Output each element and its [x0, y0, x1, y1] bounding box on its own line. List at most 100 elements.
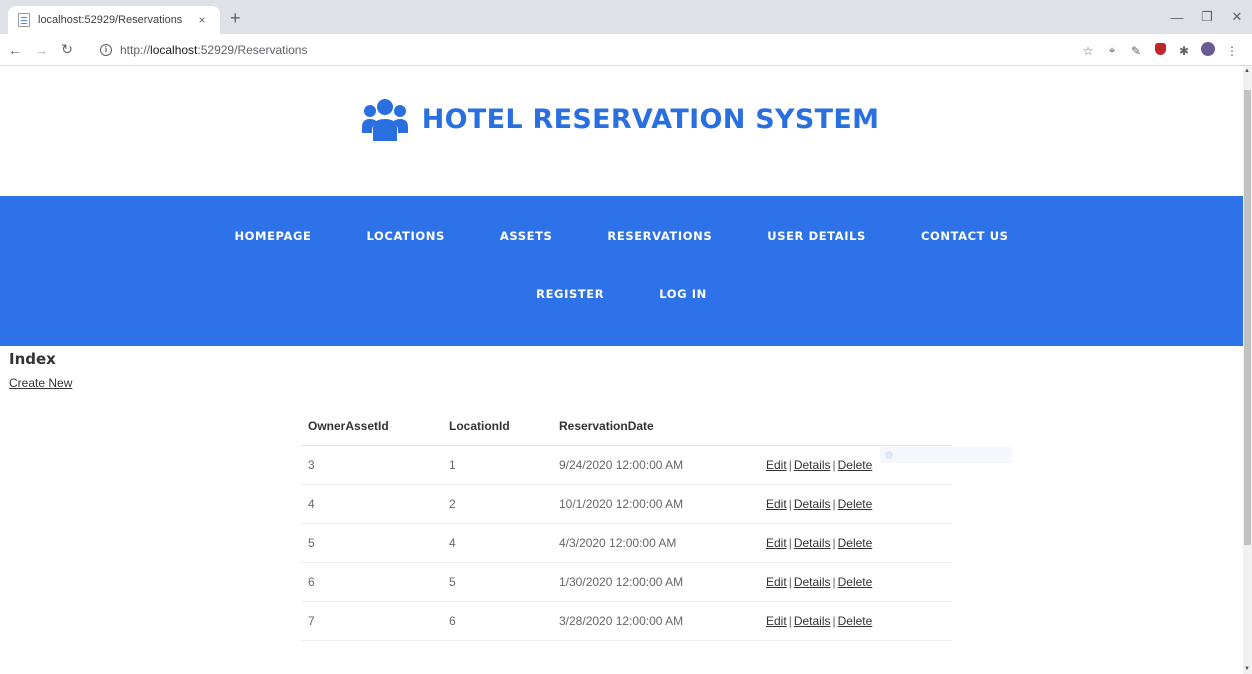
action-separator: |: [788, 536, 792, 550]
puzzle-icon[interactable]: ✱: [1172, 44, 1196, 58]
page-viewport: HOTEL RESERVATION SYSTEM HOMEPAGE LOCATI…: [0, 66, 1243, 674]
delete-link[interactable]: Delete: [838, 497, 873, 511]
cell-actions: Edit | Details | Delete: [759, 614, 952, 628]
action-separator: |: [832, 458, 836, 472]
users-icon: [361, 99, 408, 141]
cell-reservation-date: 10/1/2020 12:00:00 AM: [559, 497, 684, 511]
table-row: 4 2 10/1/2020 12:00:00 AM Edit | Details | D…: [301, 485, 952, 524]
details-link[interactable]: Details: [794, 497, 831, 511]
edit-link[interactable]: Edit: [766, 536, 787, 550]
page-scrollbar[interactable]: ▲ ▼: [1243, 66, 1252, 674]
window-close-icon[interactable]: ✕: [1222, 9, 1252, 25]
cell-location-id: 4: [449, 536, 456, 550]
url-path: :52929/Reservations: [197, 43, 308, 57]
main-navbar: HOMEPAGE LOCATIONS ASSETS RESERVATIONS U…: [0, 196, 1243, 346]
header-location-id: LocationId: [449, 419, 510, 433]
cell-location-id: 2: [449, 497, 456, 511]
action-separator: |: [788, 614, 792, 628]
browser-toolbar: ← → ↻ i http://localhost:52929/Reservati…: [0, 34, 1252, 66]
scroll-up-icon[interactable]: ▲: [1244, 68, 1250, 74]
table-row: 5 4 4/3/2020 12:00:00 AM Edit | Details | De…: [301, 524, 952, 563]
action-separator: |: [788, 497, 792, 511]
action-separator: |: [832, 497, 836, 511]
url-host: localhost: [150, 43, 198, 57]
create-new-link[interactable]: Create New: [9, 376, 72, 390]
site-title: HOTEL RESERVATION SYSTEM: [421, 103, 880, 135]
cell-actions: Edit | Details | Delete: [759, 497, 952, 511]
eyedropper-icon[interactable]: ✎: [1124, 44, 1148, 58]
page-favicon-icon: [18, 13, 30, 27]
cell-reservation-date: 4/3/2020 12:00:00 AM: [559, 536, 677, 550]
details-link[interactable]: Details: [794, 458, 831, 472]
forward-icon[interactable]: →: [30, 42, 52, 58]
tab-close-icon[interactable]: ×: [194, 13, 210, 27]
nav-locations[interactable]: LOCATIONS: [367, 229, 445, 243]
edit-link[interactable]: Edit: [766, 458, 787, 472]
nav-log-in[interactable]: LOG IN: [659, 287, 707, 301]
cell-owner-asset-id: 3: [308, 458, 315, 472]
menu-icon[interactable]: ⋮: [1220, 44, 1244, 58]
table-header: OwnerAssetId LocationId ReservationDate: [301, 407, 952, 446]
cast-icon[interactable]: ⌖: [1100, 43, 1124, 58]
cell-location-id: 6: [449, 614, 456, 628]
nav-register[interactable]: REGISTER: [536, 287, 604, 301]
details-link[interactable]: Details: [794, 536, 831, 550]
nav-row-primary: HOMEPAGE LOCATIONS ASSETS RESERVATIONS U…: [0, 229, 1243, 243]
ublock-icon[interactable]: [1148, 43, 1172, 58]
action-separator: |: [832, 536, 836, 550]
cell-reservation-date: 1/30/2020 12:00:00 AM: [559, 575, 684, 589]
table-row: 3 1 9/24/2020 12:00:00 AM Edit | Details | D…: [301, 446, 952, 485]
star-icon[interactable]: ☆: [1076, 44, 1100, 58]
cell-reservation-date: 9/24/2020 12:00:00 AM: [559, 458, 684, 472]
tab-title: localhost:52929/Reservations: [38, 14, 183, 26]
cell-owner-asset-id: 5: [308, 536, 315, 550]
delete-link[interactable]: Delete: [838, 536, 873, 550]
edit-link[interactable]: Edit: [766, 614, 787, 628]
cell-owner-asset-id: 4: [308, 497, 315, 511]
nav-reservations[interactable]: RESERVATIONS: [607, 229, 712, 243]
scrollbar-thumb[interactable]: [1244, 90, 1251, 545]
nav-row-account: REGISTER LOG IN: [0, 287, 1243, 301]
site-info-icon[interactable]: i: [100, 44, 112, 56]
details-link[interactable]: Details: [794, 575, 831, 589]
action-separator: |: [788, 575, 792, 589]
browser-tabstrip: localhost:52929/Reservations × + — ❐ ✕: [0, 0, 1252, 34]
delete-link[interactable]: Delete: [838, 458, 873, 472]
action-separator: |: [832, 614, 836, 628]
page-title: Index: [9, 350, 56, 368]
profile-icon[interactable]: [1196, 42, 1220, 59]
cell-owner-asset-id: 6: [308, 575, 315, 589]
browser-tab[interactable]: localhost:52929/Reservations ×: [8, 6, 220, 34]
action-separator: |: [832, 575, 836, 589]
cell-actions: Edit | Details | Delete: [759, 536, 952, 550]
url-prefix: http://: [120, 43, 151, 57]
restore-icon[interactable]: ❐: [1192, 9, 1222, 25]
minimize-icon[interactable]: —: [1162, 10, 1192, 25]
nav-user-details[interactable]: USER DETAILS: [767, 229, 866, 243]
reservations-table: OwnerAssetId LocationId ReservationDate …: [301, 407, 952, 641]
cell-reservation-date: 3/28/2020 12:00:00 AM: [559, 614, 684, 628]
details-link[interactable]: Details: [794, 614, 831, 628]
edit-link[interactable]: Edit: [766, 497, 787, 511]
nav-assets[interactable]: ASSETS: [500, 229, 553, 243]
back-icon[interactable]: ←: [4, 42, 26, 58]
delete-link[interactable]: Delete: [838, 614, 873, 628]
nav-homepage[interactable]: HOMEPAGE: [234, 229, 311, 243]
cell-actions: Edit | Details | Delete: [759, 458, 952, 472]
nav-contact-us[interactable]: CONTACT US: [921, 229, 1009, 243]
header-owner-asset-id: OwnerAssetId: [308, 419, 389, 433]
header-reservation-date: ReservationDate: [559, 419, 654, 433]
site-header: HOTEL RESERVATION SYSTEM: [0, 94, 1243, 144]
delete-link[interactable]: Delete: [838, 575, 873, 589]
edit-link[interactable]: Edit: [766, 575, 787, 589]
table-row: 6 5 1/30/2020 12:00:00 AM Edit | Details | D…: [301, 563, 952, 602]
new-tab-button[interactable]: +: [230, 9, 241, 27]
cell-actions: Edit | Details | Delete: [759, 575, 952, 589]
cell-location-id: 5: [449, 575, 456, 589]
scroll-down-icon[interactable]: ▼: [1244, 666, 1250, 672]
address-bar[interactable]: i http://localhost:52929/Reservations: [100, 39, 1060, 61]
cell-owner-asset-id: 7: [308, 614, 315, 628]
table-row: 7 6 3/28/2020 12:00:00 AM Edit | Details | D…: [301, 602, 952, 641]
cell-location-id: 1: [449, 458, 456, 472]
reload-icon[interactable]: ↻: [56, 41, 78, 58]
